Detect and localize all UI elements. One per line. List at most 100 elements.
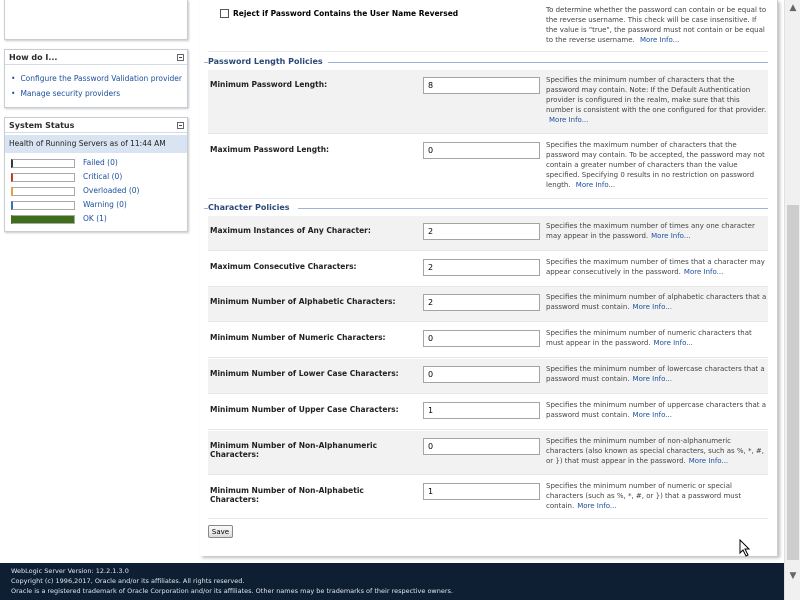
character-policy-row: Maximum Consecutive Characters: 2 Specifie…	[208, 252, 768, 287]
health-label: Health of Running Servers as of 11:44 AM	[5, 135, 187, 153]
policy-label: Minimum Number of Numeric Characters:	[210, 333, 386, 342]
how-do-i-title: How do I...	[9, 52, 58, 62]
min-length-input[interactable]: 8	[423, 77, 540, 94]
help-text: Specifies the maximum number of times th…	[546, 258, 765, 276]
system-status-title: System Status	[9, 120, 75, 130]
top-panel	[4, 0, 188, 40]
policy-label: Minimum Number of Lower Case Characters:	[210, 369, 399, 378]
main-content: Reject if Password Contains the User Nam…	[200, 0, 778, 556]
status-label[interactable]: Warning (0)	[83, 200, 127, 209]
status-row: OK (1)	[5, 212, 187, 226]
policy-help: Specifies the maximum number of times an…	[546, 221, 768, 241]
status-label[interactable]: OK (1)	[83, 214, 107, 223]
reject-reversed-help: To determine whether the password can co…	[546, 5, 768, 45]
scroll-down-icon[interactable]: ▼	[788, 571, 798, 581]
footer: WebLogic Server Version: 12.2.1.3.0 Copy…	[0, 563, 784, 600]
status-bar	[11, 187, 75, 196]
status-bar	[11, 215, 75, 224]
policy-label: Minimum Number of Non-Alphabetic Charact…	[210, 486, 364, 504]
more-info-link[interactable]: More Info...	[684, 268, 723, 276]
how-do-i-item[interactable]: • Configure the Password Validation provi…	[11, 71, 187, 86]
footer-copyright: Copyright (c) 1996,2017, Oracle and/or i…	[11, 577, 245, 585]
reject-reversed-label: Reject if Password Contains the User Nam…	[233, 9, 459, 18]
more-info-link[interactable]: More Info...	[651, 232, 690, 240]
max-length-row: Maximum Password Length: 0 Specifies the…	[208, 135, 768, 199]
status-rows: Failed (0) Critical (0) Overloaded (0) Warn…	[5, 153, 187, 226]
policy-input[interactable]: 2	[423, 223, 540, 240]
min-length-help: Specifies the minimum number of characte…	[546, 75, 768, 125]
help-text: Specifies the minimum number of non-alph…	[546, 437, 764, 465]
status-label[interactable]: Overloaded (0)	[83, 186, 139, 195]
policy-help: Specifies the minimum number of uppercas…	[546, 400, 768, 420]
scroll-up-icon[interactable]: ▲	[788, 3, 798, 13]
more-info-link[interactable]: More Info...	[577, 502, 616, 510]
save-button[interactable]: Save	[208, 525, 233, 538]
more-info-link[interactable]: More Info...	[633, 303, 672, 311]
status-label[interactable]: Critical (0)	[83, 172, 122, 181]
policy-label: Minimum Number of Non-Alphanumeric Chara…	[210, 441, 378, 459]
footer-version: WebLogic Server Version: 12.2.1.3.0	[11, 567, 129, 575]
policy-label: Minimum Number of Alphabetic Characters:	[210, 297, 396, 306]
more-info-link[interactable]: More Info...	[549, 116, 588, 124]
character-policy-row: Minimum Number of Non-Alphabetic Charact…	[208, 476, 768, 519]
policy-input[interactable]: 2	[423, 259, 540, 276]
status-bar	[11, 173, 75, 182]
min-length-label: Minimum Password Length:	[210, 80, 328, 89]
policy-input[interactable]: 2	[423, 294, 540, 311]
policy-input[interactable]: 0	[423, 330, 540, 347]
status-row: Overloaded (0)	[5, 184, 187, 198]
status-label[interactable]: Failed (0)	[83, 158, 118, 167]
max-length-input[interactable]: 0	[423, 142, 540, 159]
policy-label: Minimum Number of Upper Case Characters:	[210, 405, 399, 414]
policy-label: Maximum Instances of Any Character:	[210, 226, 371, 235]
policy-help: Specifies the maximum number of times th…	[546, 257, 768, 277]
link-manage-security-providers[interactable]: Manage security providers	[20, 89, 120, 98]
reject-reversed-checkbox-row[interactable]: Reject if Password Contains the User Nam…	[220, 9, 458, 18]
section-password-length: Password Length Policies	[208, 57, 323, 66]
help-text: Specifies the minimum number of characte…	[546, 76, 767, 114]
collapse-icon[interactable]	[177, 121, 184, 129]
policy-input[interactable]: 1	[423, 402, 540, 419]
status-bar	[11, 159, 75, 168]
character-policy-row: Minimum Number of Numeric Characters: 0 Sp…	[208, 323, 768, 358]
status-row: Critical (0)	[5, 170, 187, 184]
character-policy-row: Maximum Instances of Any Character: 2 Spec…	[208, 216, 768, 251]
more-info-link[interactable]: More Info...	[654, 339, 693, 347]
min-length-row: Minimum Password Length: 8 Specifies the…	[208, 70, 768, 134]
scroll-thumb[interactable]	[787, 205, 799, 560]
more-info-link[interactable]: More Info...	[633, 411, 672, 419]
system-status-panel: System Status Health of Running Servers …	[4, 117, 188, 232]
bullet-icon: •	[11, 89, 16, 98]
policy-input[interactable]: 1	[423, 483, 540, 500]
policy-label: Maximum Consecutive Characters:	[210, 262, 357, 271]
footer-trademark: Oracle is a registered trademark of Orac…	[11, 587, 453, 595]
max-length-label: Maximum Password Length:	[210, 145, 330, 154]
bullet-icon: •	[11, 74, 16, 83]
status-row: Warning (0)	[5, 198, 187, 212]
how-do-i-header: How do I...	[5, 50, 187, 65]
character-policy-row: Minimum Number of Lower Case Characters:…	[208, 359, 768, 394]
policy-help: Specifies the minimum number of alphabet…	[546, 292, 768, 312]
vertical-scrollbar[interactable]: ▲ ▼	[784, 0, 800, 600]
policy-help: Specifies the minimum number of lowercas…	[546, 364, 768, 384]
link-configure-password-validation[interactable]: Configure the Password Validation provid…	[20, 74, 182, 83]
more-info-link[interactable]: More Info...	[689, 457, 728, 465]
section-line	[204, 208, 208, 209]
max-length-help: Specifies the maximum number of characte…	[546, 140, 768, 190]
collapse-icon[interactable]	[177, 53, 184, 61]
section-character-policies: Character Policies	[208, 203, 290, 212]
status-bar-fill	[13, 216, 74, 223]
character-policy-row: Minimum Number of Non-Alphanumeric Chara…	[208, 431, 768, 475]
help-text: Specifies the minimum number of numeric …	[546, 482, 742, 510]
more-info-link[interactable]: More Info...	[576, 181, 615, 189]
how-do-i-item[interactable]: • Manage security providers	[11, 86, 187, 101]
system-status-header: System Status	[5, 118, 187, 133]
policy-help: Specifies the minimum number of numeric …	[546, 481, 768, 511]
policy-input[interactable]: 0	[423, 438, 540, 455]
more-info-link[interactable]: More Info...	[633, 375, 672, 383]
character-policy-row: Minimum Number of Upper Case Characters:…	[208, 395, 768, 430]
how-do-i-list: • Configure the Password Validation provi…	[5, 65, 187, 101]
more-info-link[interactable]: More Info...	[640, 36, 679, 44]
reject-reversed-checkbox[interactable]	[220, 9, 229, 18]
policy-input[interactable]: 0	[423, 366, 540, 383]
